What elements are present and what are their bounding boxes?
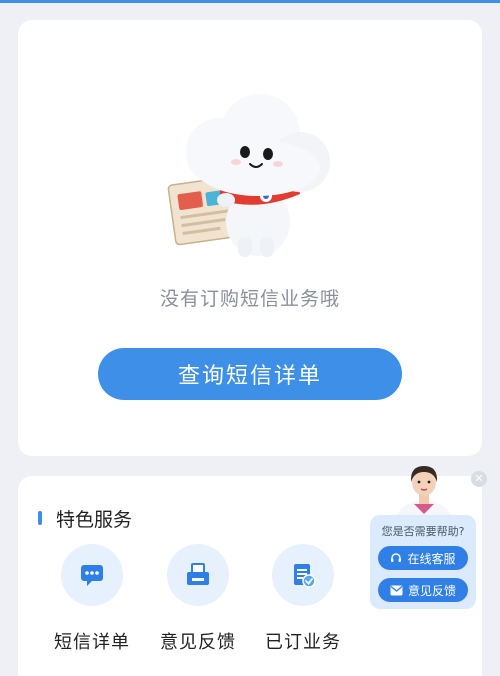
feedback-label: 意见反馈 xyxy=(407,583,456,598)
online-service-button[interactable]: 在线客服 xyxy=(378,546,468,570)
query-sms-details-button[interactable]: 查询短信详单 xyxy=(98,348,402,400)
empty-state-message: 没有订购短信业务哦 xyxy=(159,288,340,310)
feedback-button[interactable]: 意见反馈 xyxy=(378,578,468,602)
service-subscribed[interactable]: 已订业务 xyxy=(253,544,353,654)
cloud-mascot-icon xyxy=(167,94,330,257)
mail-icon xyxy=(390,585,403,595)
section-header: 特色服务 xyxy=(38,506,133,531)
service-label: 意见反馈 xyxy=(160,632,236,653)
service-sms-details[interactable]: 短信详单 xyxy=(42,544,142,654)
close-icon[interactable]: ✕ xyxy=(471,471,487,487)
help-widget: 您是否需要帮助? 在线客服 意见反馈 xyxy=(370,515,476,609)
service-feedback[interactable]: 意见反馈 xyxy=(148,544,248,654)
help-prompt: 您是否需要帮助? xyxy=(381,525,465,538)
section-marker xyxy=(38,511,42,525)
top-accent-strip xyxy=(0,0,500,3)
section-title: 特色服务 xyxy=(56,508,133,531)
service-label: 短信详单 xyxy=(54,632,130,653)
document-check-icon xyxy=(272,544,334,606)
printer-icon xyxy=(167,544,229,606)
customer-service-agent-avatar[interactable] xyxy=(392,462,456,518)
sms-icon xyxy=(61,544,123,606)
headset-icon xyxy=(391,553,402,562)
service-label: 已订业务 xyxy=(265,632,341,653)
online-service-label: 在线客服 xyxy=(407,551,456,566)
